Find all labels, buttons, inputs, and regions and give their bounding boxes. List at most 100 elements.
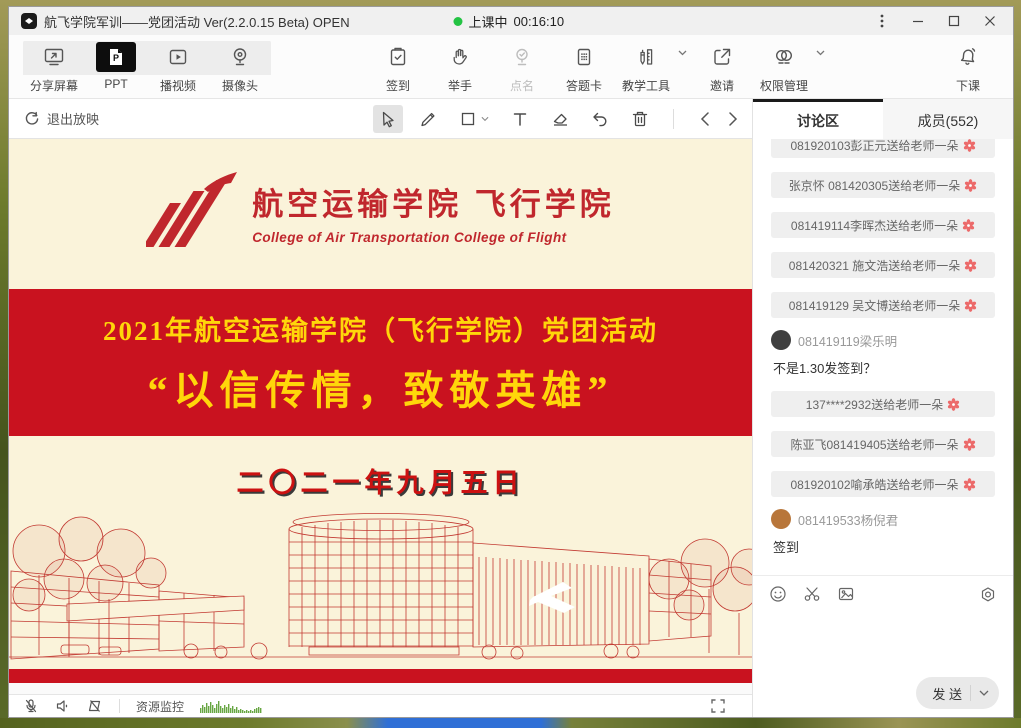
exit-slideshow-icon (23, 110, 41, 128)
fullscreen-icon[interactable] (710, 698, 726, 714)
chat-message: 081419533杨倪君 签到 (771, 509, 995, 556)
chevron-down-icon (816, 50, 825, 56)
roll-call-button[interactable]: 点名 (491, 40, 553, 94)
class-end-bell-icon (956, 40, 980, 74)
banner-slogan: “以信传情，致敬英雄” (148, 358, 614, 416)
roll-call-icon (510, 40, 534, 74)
flower-icon (947, 398, 960, 411)
tab-discussion[interactable]: 讨论区 (753, 99, 883, 139)
prev-page-button[interactable] (700, 112, 710, 126)
sign-in-icon (386, 40, 410, 74)
class-end-button[interactable]: 下课 (937, 40, 999, 94)
divider (119, 699, 120, 713)
college-logo-icon (146, 171, 238, 253)
avatar (771, 509, 791, 529)
close-button[interactable] (975, 10, 1005, 32)
school-name-en: College of Air Transportation College of… (252, 230, 615, 245)
permissions-button[interactable]: 权限管理 (753, 40, 825, 94)
gift-notice: 081420321 施文浩送给老师一朵 (771, 252, 995, 278)
tab-members[interactable]: 成员(552) (883, 99, 1013, 139)
ppt-button[interactable]: P PPT (85, 40, 147, 94)
banner-title: 2021年航空运输学院（飞行学院）党团活动 (103, 309, 658, 348)
exit-slideshow-button[interactable]: 退出放映 (23, 109, 99, 128)
answer-card-button[interactable]: 答题卡 (553, 40, 615, 94)
message-list[interactable]: 081920103彭正元送给老师一朵 张京怀 081420305送给老师一朵 0… (753, 139, 1013, 575)
flower-icon (963, 139, 976, 152)
minimize-button[interactable] (903, 10, 933, 32)
gift-notice: 081419114李晖杰送给老师一朵 (771, 212, 995, 238)
teaching-tools-button[interactable]: 教学工具 (615, 40, 687, 94)
chat-settings-gear-icon[interactable] (979, 585, 997, 603)
sign-in-button[interactable]: 签到 (367, 40, 429, 94)
emoji-icon[interactable] (769, 585, 787, 603)
share-screen-button[interactable]: 分享屏幕 (23, 40, 85, 94)
flower-icon (963, 438, 976, 451)
gift-notice: 137****2932送给老师一朵 (771, 391, 995, 417)
media-control-bar: 资源监控 (9, 694, 752, 717)
status-dot (453, 17, 462, 26)
chat-input-area[interactable] (753, 611, 1013, 669)
user-name: 081419533杨倪君 (798, 510, 898, 529)
raise-hand-icon (448, 40, 472, 74)
chevron-down-icon (481, 116, 489, 122)
clear-tool[interactable] (625, 105, 655, 133)
shape-tool[interactable] (453, 105, 495, 133)
status-label: 上课中 (468, 12, 507, 31)
desktop-taskbar-strip (0, 718, 1021, 728)
screenshot-scissors-icon[interactable] (803, 585, 821, 603)
text-tool[interactable] (505, 105, 535, 133)
mic-muted-icon[interactable] (23, 698, 39, 714)
maximize-button[interactable] (939, 10, 969, 32)
play-video-button[interactable]: 播视频 (147, 40, 209, 94)
image-icon[interactable] (837, 585, 855, 603)
chat-toolbar (753, 575, 1013, 611)
camera-icon (228, 40, 252, 74)
flower-icon (963, 478, 976, 491)
notice-text: 081920103彭正元送给老师一朵 (790, 139, 958, 154)
undo-tool[interactable] (585, 105, 615, 133)
raise-hand-button[interactable]: 举手 (429, 40, 491, 94)
sidebar: 讨论区 成员(552) 081920103彭正元送给老师一朵 张京怀 08142… (753, 99, 1013, 717)
slide-date: 二〇二一年九月五日 (9, 461, 752, 500)
stage-toolbar: 退出放映 (9, 99, 752, 139)
flower-icon (962, 219, 975, 232)
avatar (771, 330, 791, 350)
notice-text: 081420321 施文浩送给老师一朵 (789, 257, 960, 274)
gift-notice: 陈亚飞081419405送给老师一朵 (771, 431, 995, 457)
send-button[interactable]: 发 送 (916, 677, 999, 709)
ppt-slide: 航空运输学院 飞行学院 College of Air Transportatio… (9, 139, 752, 683)
notice-text: 081419114李晖杰送给老师一朵 (791, 217, 958, 234)
notice-text: 陈亚飞081419405送给老师一朵 (790, 436, 958, 453)
slide-bottom-band (9, 669, 752, 683)
cursor-tool[interactable] (373, 105, 403, 133)
next-page-button[interactable] (728, 112, 738, 126)
class-status: 上课中 00:16:10 (453, 12, 564, 31)
divider (970, 685, 971, 701)
message-text: 签到 (773, 537, 995, 556)
pointer-muted-icon[interactable] (87, 698, 103, 714)
gift-notice: 081419129 吴文博送给老师一朵 (771, 292, 995, 318)
message-text: 不是1.30发签到？ (773, 358, 995, 377)
notice-text: 张京怀 081420305送给老师一朵 (789, 177, 960, 194)
camera-button[interactable]: 摄像头 (209, 40, 271, 94)
title-bar: 航飞学院军训——党团活动 Ver(2.2.0.15 Beta) OPEN 上课中… (9, 7, 1013, 35)
notice-text: 081419129 吴文博送给老师一朵 (789, 297, 960, 314)
answer-card-icon (572, 40, 596, 74)
teaching-tools-icon (634, 40, 658, 74)
slide-stage: 航空运输学院 飞行学院 College of Air Transportatio… (9, 139, 752, 694)
speaker-icon[interactable] (55, 698, 71, 714)
resource-monitor-label: 资源监控 (136, 698, 184, 715)
slide-banner: 2021年航空运输学院（飞行学院）党团活动 “以信传情，致敬英雄” (9, 289, 752, 436)
school-name-cn: 航空运输学院 飞行学院 (252, 179, 615, 224)
more-menu-icon[interactable] (867, 10, 897, 32)
eraser-tool[interactable] (545, 105, 575, 133)
svg-text:P: P (113, 53, 119, 63)
building-illustration (9, 509, 752, 669)
notice-text: 081920102喻承皓送给老师一朵 (790, 476, 958, 493)
pen-tool[interactable] (413, 105, 443, 133)
gift-notice: 081920103彭正元送给老师一朵 (771, 139, 995, 158)
invite-button[interactable]: 邀请 (691, 40, 753, 94)
app-window: 航飞学院军训——党团活动 Ver(2.2.0.15 Beta) OPEN 上课中… (8, 6, 1014, 718)
chat-message: 081419119梁乐明 不是1.30发签到？ (771, 330, 995, 377)
screen-share-icon (42, 40, 66, 74)
